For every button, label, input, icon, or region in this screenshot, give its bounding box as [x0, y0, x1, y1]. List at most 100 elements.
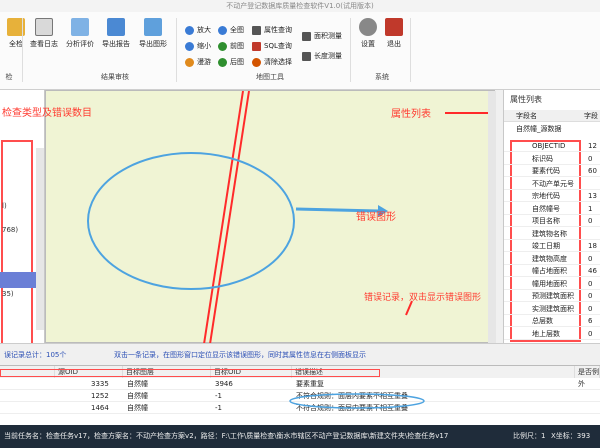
property-value: 13	[588, 192, 597, 200]
property-value: 0	[588, 217, 593, 225]
property-row[interactable]: 宗地代码 13	[504, 190, 600, 202]
gear-icon	[359, 18, 377, 36]
property-key: 预测建筑面积	[532, 292, 574, 300]
zoom-in-button[interactable]: 放大	[185, 24, 211, 36]
zoom-out-icon	[185, 42, 194, 51]
list-item-label: 35)	[2, 290, 14, 298]
property-row[interactable]: 自然幢号 1	[504, 203, 600, 215]
error-line	[209, 91, 250, 344]
list-item-label: 768)	[2, 226, 19, 234]
property-key: 标识码	[532, 154, 553, 163]
property-row[interactable]: 幢占地面积 46	[504, 265, 600, 277]
property-key: 总层数	[532, 317, 553, 325]
usage-hint: 双击一条记录，在图形窗口定位显示该错误图形，同时其属性信息在右侧面板显示	[114, 351, 366, 359]
list-item-label: l)	[2, 202, 7, 210]
property-value: 0	[588, 279, 593, 288]
view-log-button[interactable]: 查看日志	[28, 18, 60, 49]
arrow-line	[405, 300, 413, 316]
property-row[interactable]: 建筑物高度 0	[504, 253, 600, 265]
property-value: 0	[588, 254, 593, 263]
map-scrollbar[interactable]	[488, 91, 496, 344]
property-row[interactable]: 项目名称 0	[504, 215, 600, 227]
property-row[interactable]: 标识码 0	[504, 153, 600, 165]
scale-readout: 比例尺：1	[513, 432, 546, 440]
previous-extent-label: 前图	[230, 42, 244, 50]
property-row[interactable]: 幢用地面积 0	[504, 278, 600, 290]
globe-icon	[218, 26, 227, 35]
error-graphic-annotation: 错误图形	[356, 212, 396, 223]
property-row[interactable]: 建筑物名称	[504, 228, 600, 240]
property-row[interactable]: 竣工日期 18	[504, 240, 600, 252]
attribute-query-button[interactable]: 属性查询	[252, 24, 292, 36]
property-header: 字段名 字段	[504, 110, 600, 122]
property-key: 幢用地面积	[532, 279, 567, 288]
separator	[350, 18, 351, 82]
property-row[interactable]: 总层数 6	[504, 315, 600, 327]
property-key: 项目名称	[532, 217, 560, 225]
pan-icon	[185, 58, 194, 67]
exit-button[interactable]: 退出	[378, 18, 410, 49]
zoom-in-label: 放大	[197, 26, 211, 34]
area-measure-button[interactable]: 面积测量	[302, 30, 342, 42]
sql-icon	[252, 42, 261, 51]
header-value: 字段	[584, 112, 598, 120]
property-key: 实测建筑面积	[532, 304, 574, 313]
property-key: OBJECTID	[532, 142, 566, 150]
exit-label: 退出	[387, 40, 401, 48]
ruler-icon	[302, 52, 311, 61]
property-value: 60	[588, 167, 597, 175]
error-line	[203, 91, 244, 344]
property-value: 0	[588, 329, 593, 338]
length-measure-button[interactable]: 长度测量	[302, 50, 342, 62]
property-row[interactable]: 地上层数 0	[504, 328, 600, 340]
scrollbar[interactable]	[36, 148, 44, 330]
property-row[interactable]: OBJECTID 12	[504, 140, 600, 152]
map-canvas[interactable]: 错误图形 错误记录，双击显示错误图形 属性列表	[45, 90, 496, 344]
export-graphic-button[interactable]: 导出图形	[137, 18, 169, 49]
area-icon	[302, 32, 311, 41]
previous-extent-button[interactable]: 前图	[218, 40, 244, 52]
full-check-label: 全检	[9, 40, 23, 48]
full-extent-button[interactable]: 全图	[218, 24, 244, 36]
graphic-icon	[144, 18, 162, 36]
pan-button[interactable]: 漫游	[185, 56, 211, 68]
property-value: 12	[588, 142, 597, 150]
clear-selection-label: 清除选择	[264, 58, 292, 66]
clear-selection-button[interactable]: 清除选择	[252, 56, 292, 68]
sql-query-button[interactable]: SQL查询	[252, 40, 292, 52]
property-value: 6	[588, 317, 593, 325]
property-row[interactable]: 要素代码 60	[504, 165, 600, 177]
property-value: 0	[588, 154, 593, 163]
pan-label: 漫游	[197, 58, 211, 66]
list-item[interactable]: l)	[0, 198, 36, 214]
zoom-out-label: 缩小	[197, 42, 211, 50]
list-item[interactable]: 35)	[0, 286, 36, 302]
zoom-out-button[interactable]: 缩小	[185, 40, 211, 52]
property-key: 幢占地面积	[532, 267, 567, 275]
property-value: 0	[588, 304, 593, 313]
summary-bar: 误记录总计：105个 双击一条记录，在图形窗口定位显示该错误图形，同时其属性信息…	[0, 343, 600, 365]
check-type-panel: l) 768) 35)	[0, 90, 45, 383]
property-row[interactable]: 实测建筑面积 0	[504, 303, 600, 315]
header-field: 字段名	[516, 112, 537, 120]
property-row[interactable]: 预测建筑面积 0	[504, 290, 600, 302]
property-value: 1	[588, 204, 593, 213]
next-extent-label: 后图	[230, 58, 244, 66]
analysis-button[interactable]: 分析评价	[64, 18, 96, 49]
analysis-icon	[71, 18, 89, 36]
report-icon	[107, 18, 125, 36]
list-item[interactable]: 768)	[0, 222, 36, 238]
export-report-button[interactable]: 导出报告	[100, 18, 132, 49]
separator	[410, 18, 411, 82]
zoom-in-icon	[185, 26, 194, 35]
analysis-label: 分析评价	[66, 40, 94, 48]
property-row[interactable]: 不动产单元号	[504, 178, 600, 190]
log-icon	[35, 18, 53, 36]
full-extent-label: 全图	[230, 26, 244, 34]
property-group[interactable]: 自然幢_源数据	[516, 124, 562, 134]
map-graphics	[87, 91, 496, 344]
next-extent-button[interactable]: 后图	[218, 56, 244, 68]
group-map-label: 地图工具	[256, 73, 284, 81]
property-panel: 属性列表 字段名 字段 自然幢_源数据 OBJECTID 12 标识码 0 要素代码 60…	[503, 90, 600, 343]
ribbon: 全检 查看日志 分析评价 导出报告 导出图形 检 结果审核 放大 缩小 漫游 全…	[0, 12, 600, 90]
